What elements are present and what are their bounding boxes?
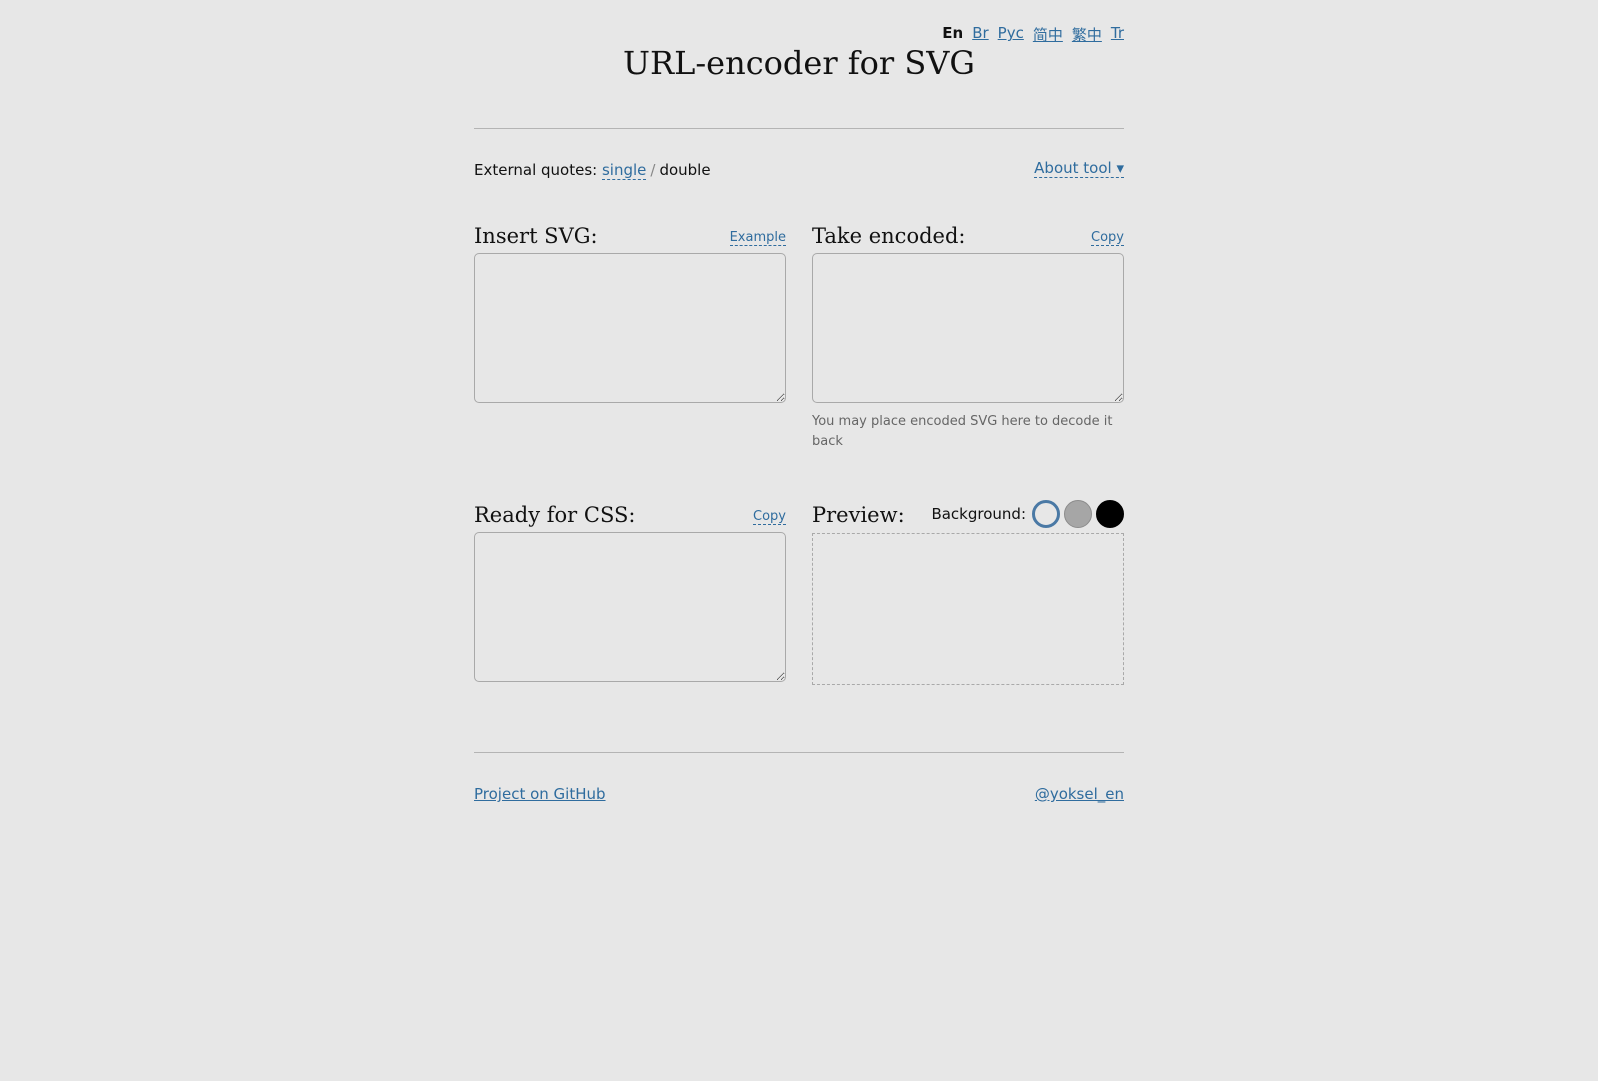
- ready-for-css-heading: Ready for CSS:: [474, 503, 636, 527]
- page-title: URL-encoder for SVG: [623, 44, 975, 82]
- background-label: Background:: [931, 505, 1026, 523]
- lang-en: En: [942, 24, 964, 42]
- quotes-separator: /: [650, 161, 656, 179]
- external-quotes-label: External quotes:: [474, 161, 598, 179]
- take-encoded-block: Take encoded: Copy You may place encoded…: [812, 223, 1124, 449]
- quotes-double-option[interactable]: double: [659, 161, 710, 179]
- encoded-textarea[interactable]: [812, 253, 1124, 403]
- insert-svg-block: Insert SVG: Example: [474, 223, 786, 403]
- insert-svg-textarea[interactable]: [474, 253, 786, 403]
- footer-divider: [474, 752, 1124, 753]
- background-selector: Background:: [931, 500, 1124, 528]
- copy-encoded-button[interactable]: Copy: [1091, 230, 1124, 246]
- css-textarea[interactable]: [474, 532, 786, 682]
- decode-hint: You may place encoded SVG here to decode…: [812, 414, 1113, 449]
- header-divider: [474, 128, 1124, 129]
- copy-css-button[interactable]: Copy: [753, 509, 786, 525]
- background-black-swatch[interactable]: [1096, 500, 1124, 528]
- about-tool-toggle[interactable]: About tool ▾: [1034, 159, 1124, 178]
- ready-for-css-block: Ready for CSS: Copy: [474, 502, 786, 682]
- lang-zh-hant[interactable]: 繁中: [1072, 24, 1102, 45]
- quotes-single-option[interactable]: single: [601, 161, 647, 180]
- background-white-swatch[interactable]: [1032, 500, 1060, 528]
- github-link[interactable]: Project on GitHub: [474, 785, 606, 803]
- preview-area: [812, 533, 1124, 685]
- lang-br[interactable]: Br: [972, 24, 988, 45]
- lang-ru[interactable]: Рус: [998, 24, 1024, 45]
- language-switcher: En Br Рус 简中 繁中 Tr: [942, 24, 1124, 45]
- lang-tr[interactable]: Tr: [1111, 24, 1124, 45]
- background-silver-swatch[interactable]: [1064, 500, 1092, 528]
- take-encoded-heading: Take encoded:: [812, 224, 966, 248]
- twitter-link[interactable]: @yoksel_en: [1035, 785, 1124, 803]
- lang-zh-hans[interactable]: 简中: [1033, 24, 1063, 45]
- preview-block: Preview: Background:: [812, 500, 1124, 685]
- external-quotes-control: External quotes: single / double: [474, 161, 711, 180]
- example-button[interactable]: Example: [729, 230, 786, 246]
